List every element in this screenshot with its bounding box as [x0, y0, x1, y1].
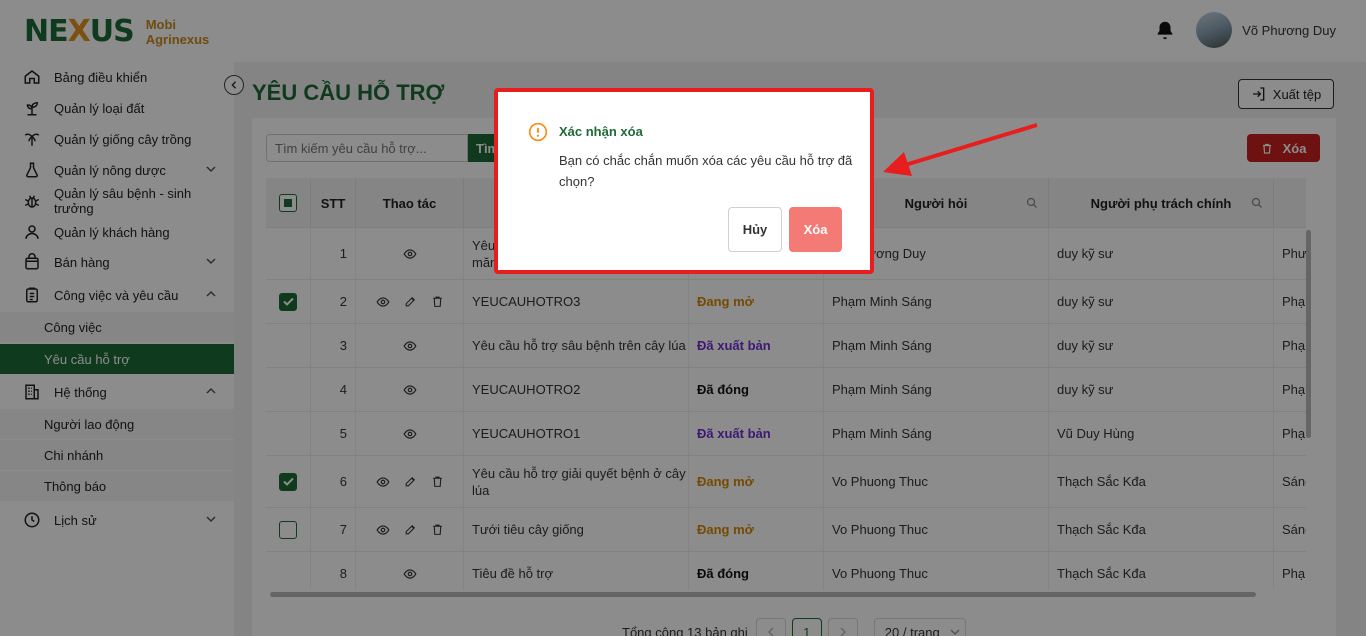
dialog-message: Bạn có chắc chắn muốn xóa các yêu cầu hỗ… — [559, 153, 853, 189]
warning-icon — [528, 122, 548, 142]
cancel-button[interactable]: Hủy — [728, 207, 782, 252]
dialog-title: Xác nhận xóa — [559, 124, 643, 139]
confirm-delete-dialog: Xác nhận xóa Bạn có chắc chắn muốn xóa c… — [494, 88, 874, 274]
confirm-delete-button[interactable]: Xóa — [789, 207, 842, 252]
